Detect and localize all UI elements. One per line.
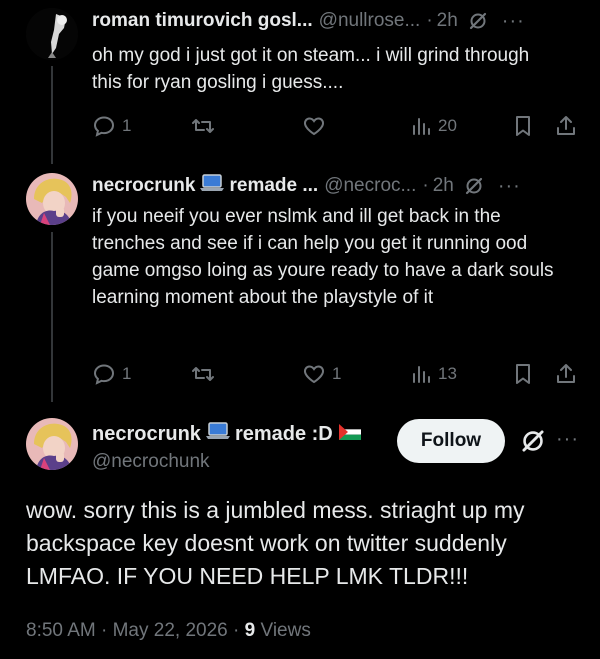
view-count: 20 — [438, 116, 457, 135]
like-button[interactable]: 1 — [302, 360, 341, 388]
share-icon — [554, 114, 578, 138]
tweet-text: wow. sorry this is a jumbled mess. stria… — [26, 497, 525, 589]
tweet-text: if you neeif you ever nslmk and ill get … — [92, 206, 554, 308]
separator-dot: · — [426, 10, 433, 31]
action-bar: 1 20 — [92, 112, 582, 140]
bookmark-icon — [512, 114, 534, 138]
grok-icon[interactable] — [520, 428, 546, 459]
more-options-icon[interactable]: ··· — [502, 10, 525, 33]
avatar[interactable] — [26, 418, 78, 470]
separator-dot: · — [233, 620, 240, 641]
views-count: 9 — [244, 620, 256, 641]
more-options-icon[interactable]: ··· — [498, 175, 521, 198]
tweet-1[interactable]: roman timurovich gosl... @nullrose... · … — [0, 0, 600, 170]
views-icon — [410, 115, 432, 137]
laptop-emoji-icon — [205, 421, 231, 447]
reply-icon — [92, 114, 116, 138]
views-label: Views — [260, 620, 311, 641]
reply-count: 1 — [122, 364, 132, 383]
share-button[interactable] — [554, 360, 578, 388]
tweet-meta: 8:50 AM · May 22, 2026 · 9 Views — [26, 620, 311, 642]
reply-count: 1 — [122, 116, 132, 135]
views-button[interactable]: 13 — [410, 360, 457, 388]
palestine-flag-icon — [338, 423, 361, 446]
like-icon — [302, 362, 326, 386]
views-button[interactable]: 20 — [410, 112, 457, 140]
display-name-part[interactable]: necrocrunk — [92, 423, 201, 446]
display-name-part[interactable]: remade ... — [229, 175, 318, 197]
view-count: 13 — [438, 364, 457, 383]
reply-button[interactable]: 1 — [92, 112, 131, 140]
thread-line — [51, 232, 53, 402]
bookmark-button[interactable] — [512, 360, 534, 388]
laptop-emoji-icon — [199, 173, 225, 199]
like-button[interactable] — [302, 112, 332, 140]
username[interactable]: @necroc... — [324, 175, 416, 197]
repost-icon — [190, 114, 216, 138]
post-time[interactable]: 8:50 AM — [26, 620, 96, 641]
tweet-header: roman timurovich gosl... @nullrose... · … — [92, 8, 584, 34]
tweet-header: necrocrunk remade ... @necroc... · 2h ··… — [92, 173, 584, 199]
reply-button[interactable]: 1 — [92, 360, 131, 388]
like-icon — [302, 114, 326, 138]
follow-button[interactable]: Follow — [397, 419, 505, 463]
tweet-2[interactable]: necrocrunk remade ... @necroc... · 2h ··… — [0, 170, 600, 410]
avatar[interactable] — [26, 173, 78, 225]
separator-dot: · — [422, 175, 429, 196]
reply-icon — [92, 362, 116, 386]
bookmark-button[interactable] — [512, 112, 534, 140]
grok-icon[interactable] — [464, 176, 484, 196]
display-name[interactable]: roman timurovich gosl... — [92, 10, 313, 32]
display-name-part[interactable]: remade :D — [235, 423, 333, 446]
views-icon — [410, 363, 432, 385]
timestamp[interactable]: 2h — [433, 175, 454, 197]
action-bar: 1 1 13 — [92, 360, 582, 388]
bookmark-icon — [512, 362, 534, 386]
more-options-icon[interactable]: ··· — [556, 428, 579, 451]
repost-icon — [190, 362, 216, 386]
tweet-text: oh my god i just got it on steam... i wi… — [92, 45, 530, 93]
focus-username[interactable]: @necrochunk — [92, 451, 210, 473]
like-count: 1 — [332, 364, 342, 383]
repost-button[interactable] — [190, 112, 222, 140]
username[interactable]: @nullrose... — [319, 10, 421, 32]
timestamp[interactable]: 2h — [437, 10, 458, 32]
display-name-part[interactable]: necrocrunk — [92, 175, 195, 197]
share-icon — [554, 362, 578, 386]
focus-display-name[interactable]: necrocrunk remade :D — [92, 421, 361, 447]
separator-dot: · — [101, 620, 108, 641]
repost-button[interactable] — [190, 360, 222, 388]
post-date[interactable]: May 22, 2026 — [113, 620, 228, 641]
share-button[interactable] — [554, 112, 578, 140]
grok-icon[interactable] — [468, 11, 488, 31]
thread-line — [51, 66, 53, 164]
avatar[interactable] — [26, 8, 78, 60]
